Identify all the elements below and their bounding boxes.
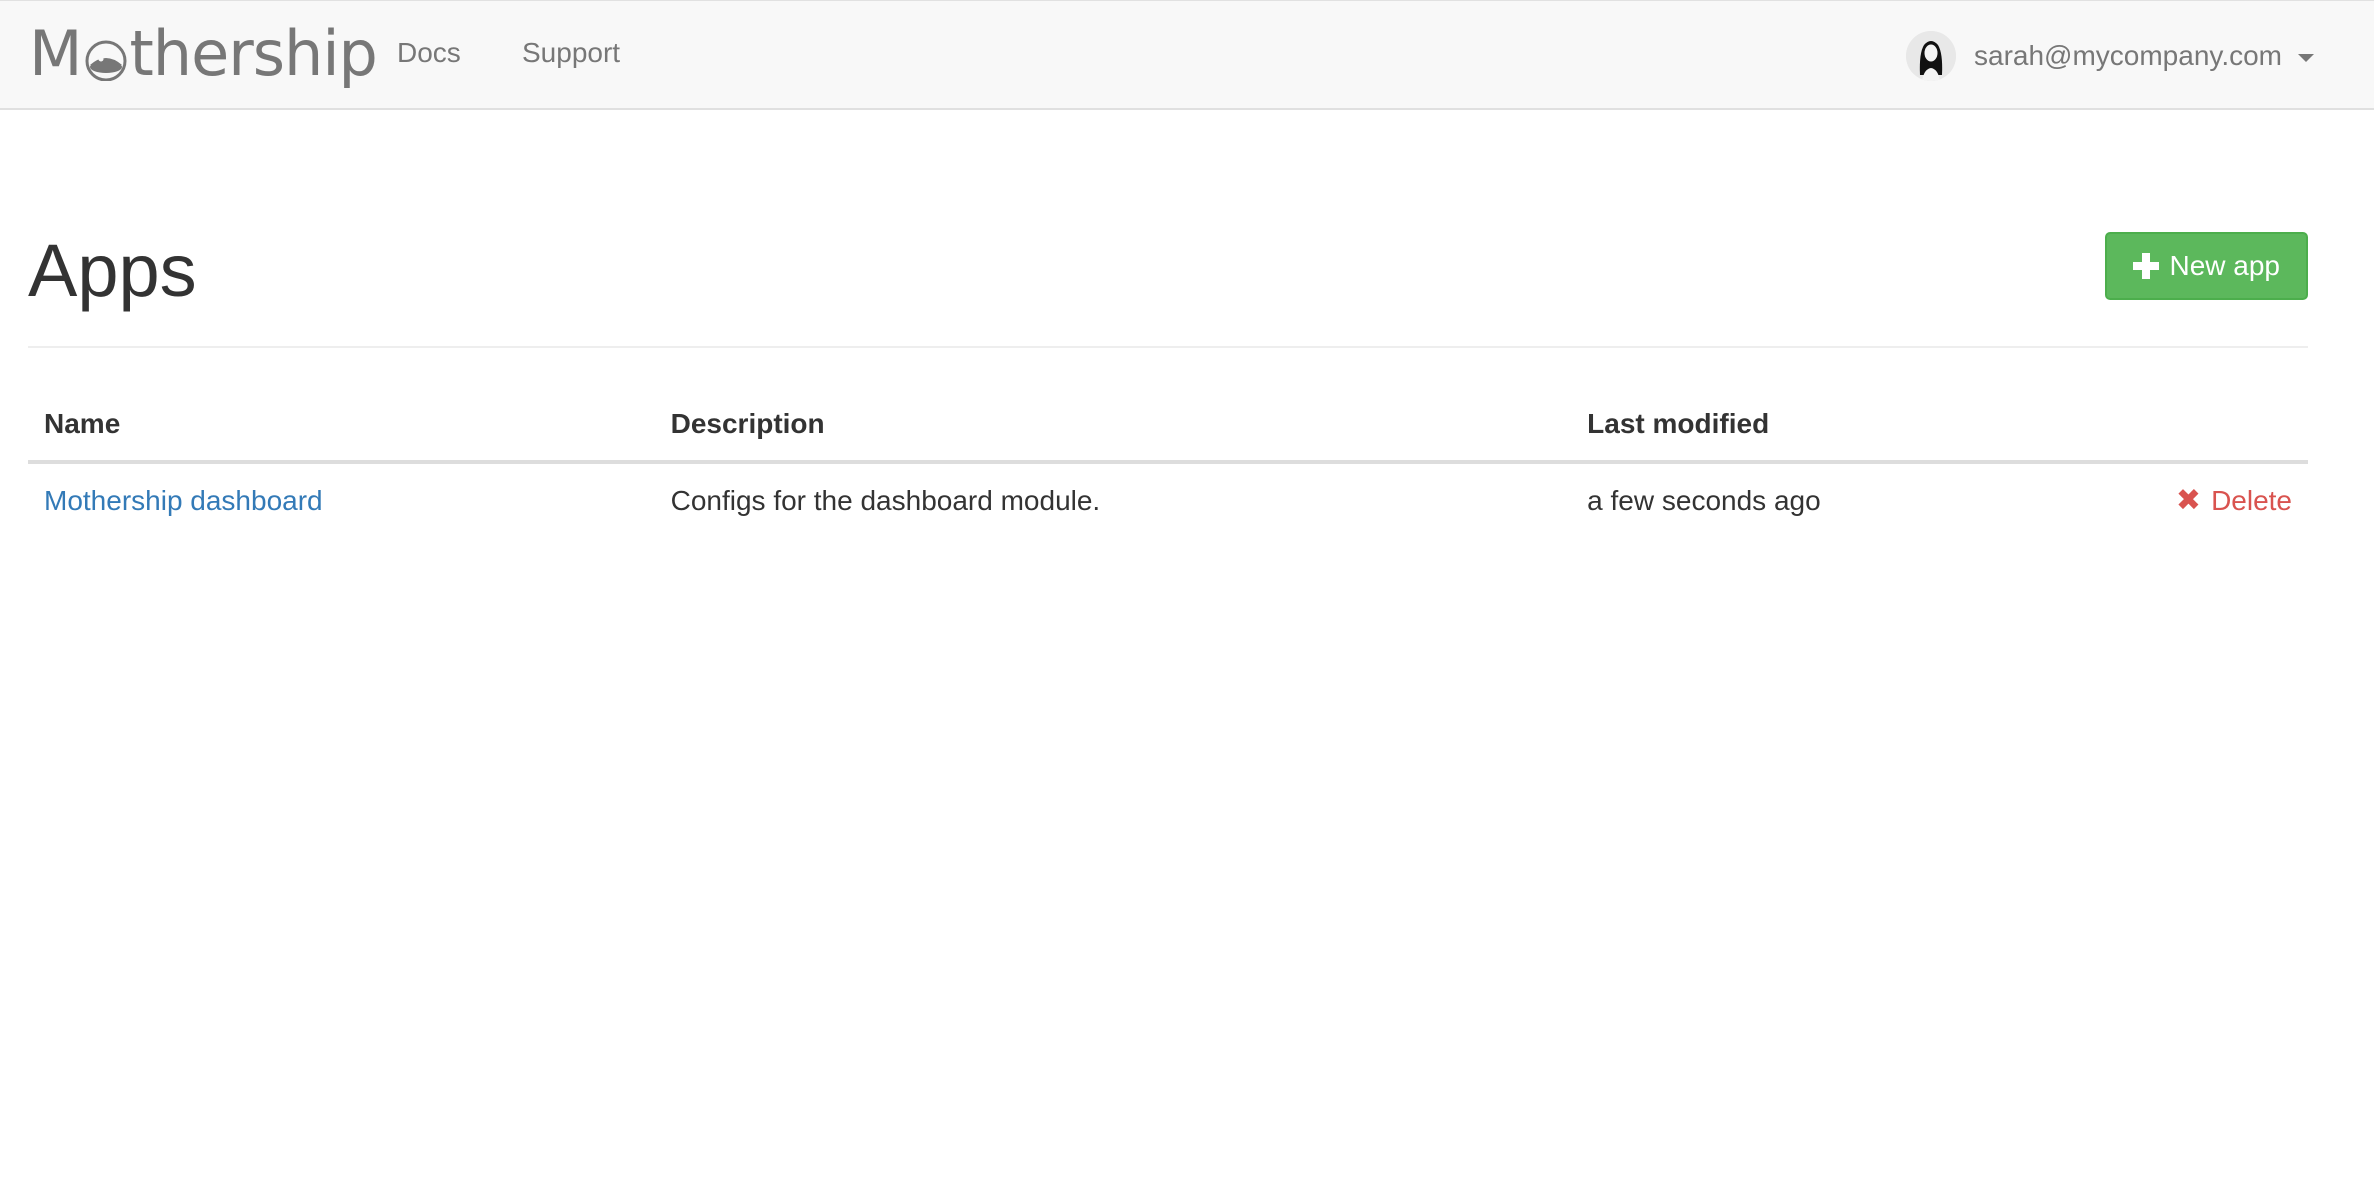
table-header-row: Name Description Last modified bbox=[28, 392, 2308, 464]
new-app-label: New app bbox=[2169, 250, 2280, 281]
page-title: Apps bbox=[28, 229, 197, 312]
delete-button[interactable]: ✖ Delete bbox=[2176, 482, 2292, 520]
new-app-button[interactable]: New app bbox=[2105, 232, 2308, 300]
x-icon: ✖ bbox=[2175, 483, 2202, 518]
delete-label: Delete bbox=[2211, 485, 2292, 516]
app-name-link[interactable]: Mothership dashboard bbox=[44, 485, 323, 516]
header-name: Name bbox=[28, 392, 655, 464]
cell-actions: ✖ Delete bbox=[2160, 462, 2308, 538]
avatar bbox=[1906, 31, 1956, 81]
brand-letters-rest: thership bbox=[129, 16, 378, 90]
cell-last-modified: a few seconds ago bbox=[1587, 485, 1821, 516]
header-actions bbox=[2159, 392, 2308, 464]
header-last-modified: Last modified bbox=[1571, 392, 2160, 464]
ufo-icon bbox=[85, 40, 126, 81]
apps-table: Name Description Last modified Mothershi… bbox=[28, 392, 2308, 538]
top-navbar: M thership Docs Support sarah@mycompany.… bbox=[0, 0, 2374, 110]
caret-down-icon bbox=[2298, 54, 2314, 62]
table-row: Mothership dashboard Configs for the das… bbox=[28, 462, 2308, 538]
brand-letter-m: M bbox=[29, 16, 82, 90]
plus-icon bbox=[2133, 253, 2160, 279]
user-menu-dropdown[interactable]: sarah@mycompany.com bbox=[1906, 29, 2314, 83]
nav-docs-link[interactable]: Docs bbox=[397, 35, 461, 71]
cell-name: Mothership dashboard bbox=[28, 462, 655, 538]
nav-support-link[interactable]: Support bbox=[522, 35, 620, 71]
header-description: Description bbox=[654, 392, 1572, 464]
user-email: sarah@mycompany.com bbox=[1974, 40, 2282, 71]
brand-logo[interactable]: M thership bbox=[29, 15, 378, 91]
cell-description: Configs for the dashboard module. bbox=[670, 485, 1101, 516]
page-header: Apps New app bbox=[28, 210, 2308, 348]
